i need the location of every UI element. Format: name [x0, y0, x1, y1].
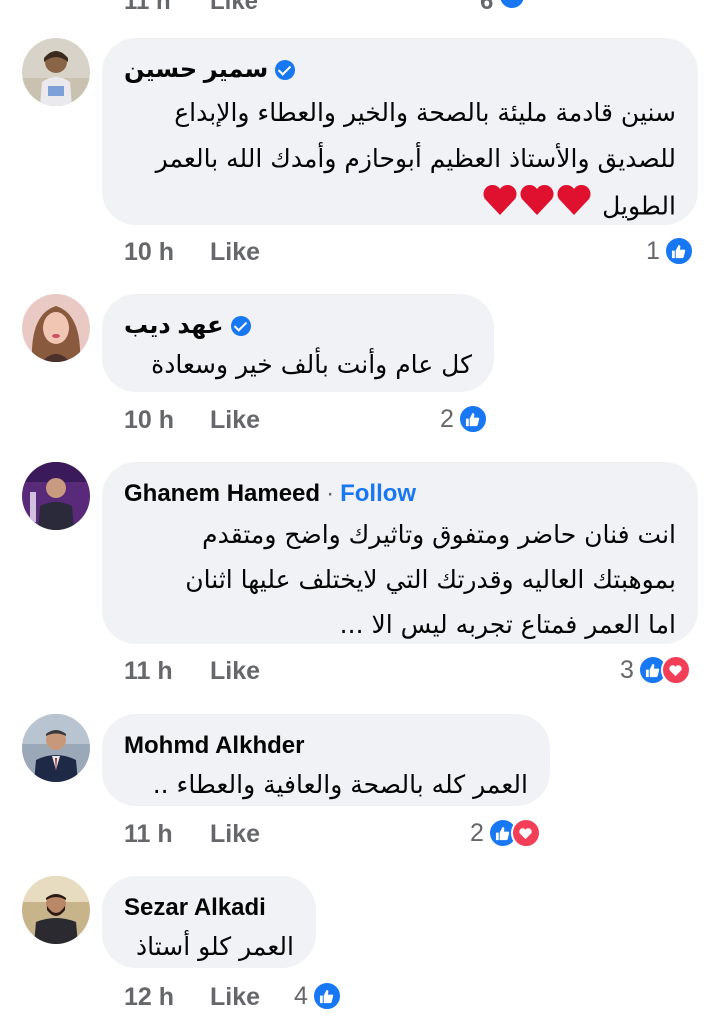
- avatar[interactable]: [22, 294, 90, 362]
- comment-time[interactable]: 12 h: [124, 983, 210, 1012]
- author-name[interactable]: سمير حسين: [124, 54, 268, 86]
- comment-text: كل عام وأنت بألف خير وسعادة: [124, 342, 472, 388]
- comment-text: انت فنان حاضر ومتفوق وتاثيرك واضح ومتقدم…: [124, 512, 676, 647]
- comment-bubble: Sezar Alkadi العمر كلو أستاذ: [102, 876, 316, 968]
- author-name[interactable]: عهد ديب: [124, 310, 224, 342]
- comment-line-text: الطويل: [602, 191, 676, 221]
- comment-time[interactable]: 11 h: [124, 820, 210, 849]
- author-name[interactable]: Sezar Alkadi: [124, 892, 266, 924]
- avatar[interactable]: [22, 38, 90, 106]
- comment-line: اما العمر فمتاع تجربه ليس الا ...: [339, 610, 676, 639]
- reaction-count: 2: [470, 818, 484, 847]
- comment-time[interactable]: 11 h: [124, 657, 210, 686]
- reaction-count: 4: [294, 981, 308, 1010]
- comment-bubble: Mohmd Alkhder العمر كله بالصحة والعافية …: [102, 714, 550, 806]
- like-reaction-icon: [498, 0, 526, 10]
- like-button[interactable]: Like: [210, 0, 258, 16]
- comment-time[interactable]: 10 h: [124, 406, 210, 435]
- comment-bubble: سمير حسين سنين قادمة مليئة بالصحة والخير…: [102, 38, 698, 225]
- comment-line: العمر كلو أستاذ: [135, 932, 294, 961]
- reaction-count: 1: [646, 236, 660, 265]
- like-button[interactable]: Like: [210, 820, 260, 849]
- verified-badge-icon: [275, 60, 296, 80]
- comment-bubble: عهد ديب كل عام وأنت بألف خير وسعادة: [102, 294, 494, 392]
- comment-time: 11 h: [124, 0, 171, 15]
- comment-time[interactable]: 10 h: [124, 238, 210, 267]
- like-button[interactable]: Like: [210, 238, 260, 267]
- comment-line: الطويل: [124, 182, 676, 233]
- like-button[interactable]: Like: [210, 983, 260, 1012]
- like-reaction-icon: [311, 981, 342, 1011]
- author-name[interactable]: Mohmd Alkhder: [124, 730, 304, 762]
- avatar[interactable]: [22, 714, 90, 782]
- comment-actions: 10 h Like: [124, 406, 260, 435]
- verified-badge-icon: [230, 316, 251, 336]
- comment-line: بموهبتك العاليه وقدرتك التي لايختلف عليه…: [185, 565, 676, 594]
- avatar[interactable]: [22, 462, 90, 530]
- comment-bubble: Ghanem Hameed · Follow انت فنان حاضر ومت…: [102, 462, 698, 644]
- like-button[interactable]: Like: [210, 657, 260, 686]
- reaction-summary[interactable]: 2: [440, 404, 488, 434]
- author-name[interactable]: Ghanem Hameed: [124, 478, 320, 510]
- reaction-summary[interactable]: 3: [620, 655, 691, 685]
- separator: ·: [326, 480, 335, 507]
- comment-author[interactable]: عهد ديب: [124, 310, 472, 342]
- comment-actions: 10 h Like: [124, 238, 260, 267]
- reaction-count: 2: [440, 404, 454, 433]
- comment-actions: 11 h Like: [124, 657, 260, 686]
- comment-author[interactable]: Mohmd Alkhder: [124, 730, 528, 762]
- comment-actions: 11 h Like: [124, 820, 260, 849]
- like-button[interactable]: Like: [210, 406, 260, 435]
- red-heart-icon: [483, 184, 591, 215]
- comment-line: للصديق والأستاذ العظيم أبوحازم وأمدك الل…: [155, 144, 676, 173]
- reaction-count: 3: [620, 655, 634, 684]
- previous-comment-meta: 11 h Like 6: [124, 0, 526, 15]
- reaction-summary[interactable]: 4: [294, 981, 342, 1011]
- follow-button[interactable]: Follow: [340, 478, 416, 510]
- comment-actions: 12 h Like: [124, 983, 260, 1012]
- like-reaction-icon: [663, 236, 694, 266]
- like-reaction-icon: [457, 404, 488, 434]
- comment-author[interactable]: سمير حسين: [124, 54, 676, 86]
- comment-line: انت فنان حاضر ومتفوق وتاثيرك واضح ومتقدم: [202, 520, 676, 549]
- reaction-summary[interactable]: 2: [470, 818, 541, 848]
- reaction-count[interactable]: 6: [480, 0, 493, 16]
- love-reaction-icon: [660, 655, 691, 685]
- love-reaction-icon: [510, 818, 541, 848]
- comment-text: العمر كلو أستاذ: [124, 924, 294, 970]
- comment-text: العمر كله بالصحة والعافية والعطاء ..: [124, 762, 528, 808]
- avatar[interactable]: [22, 876, 90, 944]
- comment-line: كل عام وأنت بألف خير وسعادة: [151, 350, 472, 379]
- comment-text: سنين قادمة مليئة بالصحة والخير والعطاء و…: [124, 90, 676, 233]
- comment-author: Ghanem Hameed · Follow: [124, 478, 676, 510]
- comment-author[interactable]: Sezar Alkadi: [124, 892, 294, 924]
- comment-line: سنين قادمة مليئة بالصحة والخير والعطاء و…: [174, 98, 676, 127]
- heart-emoji-group: [482, 182, 594, 233]
- reaction-summary[interactable]: 1: [646, 236, 694, 266]
- comment-line: العمر كله بالصحة والعافية والعطاء ..: [152, 770, 528, 799]
